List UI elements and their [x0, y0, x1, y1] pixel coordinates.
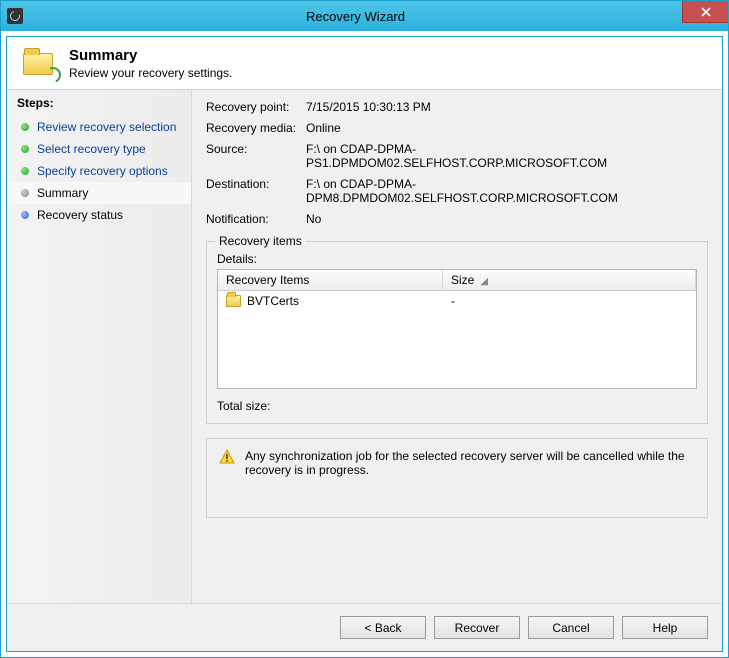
recovery-point-label: Recovery point:: [206, 100, 306, 114]
source-label: Source:: [206, 142, 306, 170]
notification-label: Notification:: [206, 212, 306, 226]
step-label: Recovery status: [37, 208, 123, 222]
steps-sidebar: Steps: Review recovery selection Select …: [7, 90, 192, 603]
step-done-icon: [21, 145, 29, 153]
titlebar: Recovery Wizard: [1, 1, 728, 31]
folder-icon: [226, 295, 241, 307]
step-done-icon: [21, 123, 29, 131]
window-title: Recovery Wizard: [29, 9, 682, 24]
column-size[interactable]: Size◢: [443, 270, 696, 290]
table-header: Recovery Items Size◢: [218, 270, 696, 291]
total-size: Total size:: [217, 399, 697, 413]
destination-label: Destination:: [206, 177, 306, 205]
step-label: Review recovery selection: [37, 120, 176, 134]
recovery-folder-icon: [21, 47, 59, 81]
back-button[interactable]: < Back: [340, 616, 426, 639]
step-label: Summary: [37, 186, 88, 200]
warning-text: Any synchronization job for the selected…: [245, 449, 695, 477]
steps-title: Steps:: [7, 96, 191, 116]
recovery-wizard-window: Recovery Wizard Summary Review your reco…: [0, 0, 729, 658]
recovery-media-value: Online: [306, 121, 708, 135]
recovery-media-label: Recovery media:: [206, 121, 306, 135]
warning-box: Any synchronization job for the selected…: [206, 438, 708, 518]
details-label: Details:: [217, 252, 697, 266]
step-done-icon: [21, 167, 29, 175]
step-current-icon: [21, 189, 29, 197]
window-body: Summary Review your recovery settings. S…: [6, 36, 723, 652]
table-row[interactable]: BVTCerts -: [218, 291, 696, 311]
close-button[interactable]: [682, 1, 728, 23]
row-size: -: [443, 291, 696, 311]
step-label: Specify recovery options: [37, 164, 168, 178]
warning-icon: [219, 449, 235, 465]
column-recovery-items[interactable]: Recovery Items: [218, 270, 443, 290]
main-panel: Recovery point: 7/15/2015 10:30:13 PM Re…: [192, 90, 722, 603]
page-header: Summary Review your recovery settings.: [7, 37, 722, 89]
step-future-icon: [21, 211, 29, 219]
close-icon: [701, 7, 711, 17]
step-review-recovery-selection[interactable]: Review recovery selection: [7, 116, 191, 138]
page-subtitle: Review your recovery settings.: [69, 66, 232, 80]
step-select-recovery-type[interactable]: Select recovery type: [7, 138, 191, 160]
total-size-label: Total size:: [217, 399, 270, 413]
recovery-items-group: Recovery items Details: Recovery Items S…: [206, 241, 708, 424]
source-value: F:\ on CDAP-DPMA-PS1.DPMDOM02.SELFHOST.C…: [306, 142, 708, 170]
notification-value: No: [306, 212, 708, 226]
help-button[interactable]: Help: [622, 616, 708, 639]
cancel-button[interactable]: Cancel: [528, 616, 614, 639]
row-name: BVTCerts: [247, 294, 299, 308]
step-label: Select recovery type: [37, 142, 146, 156]
step-summary: Summary: [7, 182, 191, 204]
page-title: Summary: [69, 47, 232, 64]
app-icon: [7, 8, 23, 24]
recovery-items-title: Recovery items: [215, 234, 306, 248]
step-recovery-status: Recovery status: [7, 204, 191, 226]
recovery-point-value: 7/15/2015 10:30:13 PM: [306, 100, 708, 114]
destination-value: F:\ on CDAP-DPMA-DPM8.DPMDOM02.SELFHOST.…: [306, 177, 708, 205]
recover-button[interactable]: Recover: [434, 616, 520, 639]
recovery-items-table[interactable]: Recovery Items Size◢ BVTCerts -: [217, 269, 697, 389]
sort-asc-icon: ◢: [480, 276, 488, 287]
button-bar: < Back Recover Cancel Help: [7, 603, 722, 651]
step-specify-recovery-options[interactable]: Specify recovery options: [7, 160, 191, 182]
